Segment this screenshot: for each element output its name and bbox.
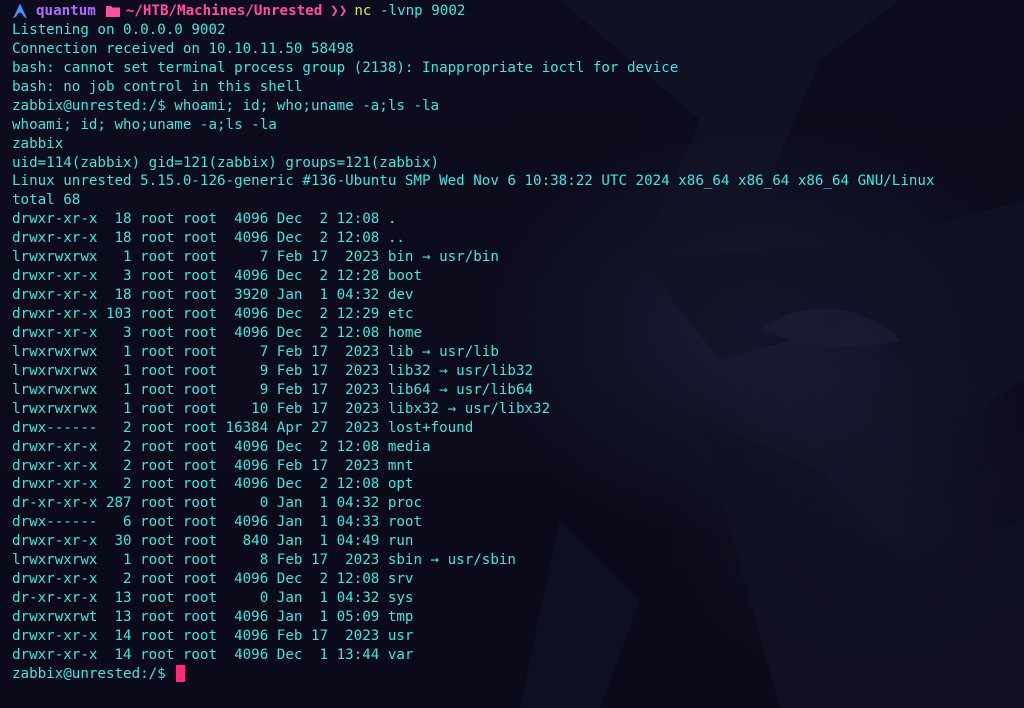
shell-prompt: quantum ~/HTB/Machines/Unrested ❯❯ nc -l… bbox=[12, 2, 1024, 21]
output-line: total 68 bbox=[12, 192, 81, 209]
output-line: uid=114(zabbix) gid=121(zabbix) groups=1… bbox=[12, 154, 440, 171]
output-line: drwxr-xr-x 2 root root 4096 Dec 2 12:08 … bbox=[12, 438, 431, 455]
output-line: lrwxrwxrwx 1 root root 9 Feb 17 2023 lib… bbox=[12, 362, 534, 379]
output-line: lrwxrwxrwx 1 root root 8 Feb 17 2023 sbi… bbox=[12, 552, 516, 569]
folder-icon bbox=[105, 6, 120, 18]
output-line: drwxr-xr-x 14 root root 4096 Feb 17 2023… bbox=[12, 627, 414, 644]
output-line: drwxr-xr-x 103 root root 4096 Dec 2 12:2… bbox=[12, 306, 414, 322]
output-line: drwxr-xr-x 18 root root 4096 Dec 2 12:08… bbox=[12, 211, 397, 228]
output-line: drwx------ 2 root root 16384 Apr 27 2023… bbox=[12, 419, 474, 436]
output-line: dr-xr-xr-x 13 root root 0 Jan 1 04:32 sy… bbox=[12, 590, 414, 607]
final-prompt: zabbix@unrested:/$ bbox=[12, 665, 175, 682]
command-name: nc bbox=[354, 3, 372, 19]
arch-linux-icon bbox=[13, 3, 27, 19]
output-line: drwxr-xr-x 18 root root 4096 Dec 2 12:08… bbox=[12, 230, 405, 247]
output-line: whoami; id; who;uname -a;ls -la bbox=[12, 116, 277, 133]
output-line: lrwxrwxrwx 1 root root 10 Feb 17 2023 li… bbox=[12, 400, 551, 417]
prompt-username: quantum bbox=[36, 3, 96, 19]
output-line: lrwxrwxrwx 1 root root 7 Feb 17 2023 lib… bbox=[12, 343, 499, 360]
prompt-chevron: ❯❯ bbox=[330, 3, 348, 19]
output-line: lrwxrwxrwx 1 root root 7 Feb 17 2023 bin… bbox=[12, 249, 499, 266]
command-args: -lvnp 9002 bbox=[371, 3, 466, 19]
output-line: Listening on 0.0.0.0 9002 bbox=[12, 21, 226, 38]
output-line: lrwxrwxrwx 1 root root 9 Feb 17 2023 lib… bbox=[12, 381, 534, 398]
output-line: bash: no job control in this shell bbox=[12, 78, 303, 95]
final-prompt-line[interactable]: zabbix@unrested:/$ bbox=[12, 665, 1024, 684]
output-line: drwxr-xr-x 3 root root 4096 Dec 2 12:28 … bbox=[12, 268, 422, 285]
output-line: drwxr-xr-x 30 root root 840 Jan 1 04:49 … bbox=[12, 533, 414, 550]
output-line: drwxr-xr-x 2 root root 4096 Dec 2 12:08 … bbox=[12, 476, 414, 493]
terminal-output: quantum ~/HTB/Machines/Unrested ❯❯ nc -l… bbox=[12, 2, 1024, 684]
output-line: zabbix@unrested:/$ whoami; id; who;uname… bbox=[12, 97, 440, 114]
output-line: drwx------ 6 root root 4096 Jan 1 04:33 … bbox=[12, 514, 422, 531]
output-line: bash: cannot set terminal process group … bbox=[12, 59, 679, 76]
output-line: drwxr-xr-x 14 root root 4096 Dec 1 13:44… bbox=[12, 646, 414, 663]
prompt-cwd: ~/HTB/Machines/Unrested bbox=[125, 3, 323, 19]
output-line: drwxr-xr-x 2 root root 4096 Feb 17 2023 … bbox=[12, 457, 414, 474]
command-output: Listening on 0.0.0.0 9002 Connection rece… bbox=[12, 21, 1024, 665]
terminal-window[interactable]: quantum ~/HTB/Machines/Unrested ❯❯ nc -l… bbox=[0, 0, 1024, 708]
output-line: dr-xr-xr-x 287 root root 0 Jan 1 04:32 p… bbox=[12, 495, 422, 512]
output-line: zabbix bbox=[12, 135, 64, 152]
block-cursor bbox=[176, 665, 186, 683]
output-line: drwxrwxrwt 13 root root 4096 Jan 1 05:09… bbox=[12, 609, 414, 625]
output-line: Connection received on 10.10.11.50 58498 bbox=[12, 40, 354, 57]
output-line: drwxr-xr-x 2 root root 4096 Dec 2 12:08 … bbox=[12, 571, 414, 588]
output-line: Linux unrested 5.15.0-126-generic #136-U… bbox=[12, 173, 935, 190]
output-line: drwxr-xr-x 18 root root 3920 Jan 1 04:32… bbox=[12, 287, 414, 304]
output-line: drwxr-xr-x 3 root root 4096 Dec 2 12:08 … bbox=[12, 324, 422, 341]
